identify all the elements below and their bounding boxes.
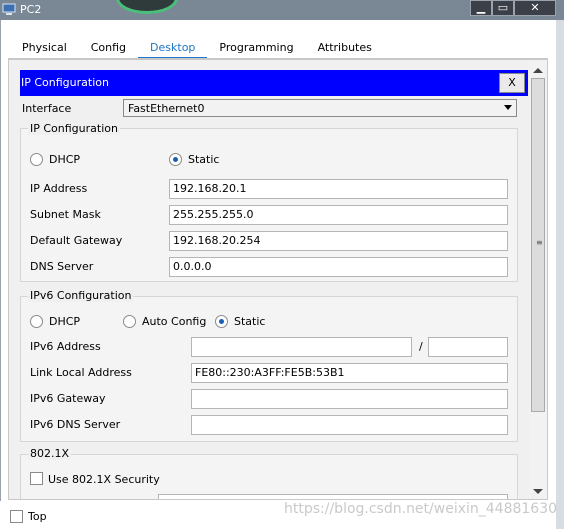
- dns-server-label: DNS Server: [30, 260, 94, 273]
- ipv6-address-label: IPv6 Address: [30, 340, 101, 353]
- chevron-down-icon: [504, 105, 512, 110]
- ip-config-header: IP Configuration X: [20, 70, 528, 96]
- default-gateway-input[interactable]: 192.168.20.254: [169, 231, 508, 251]
- default-gateway-label: Default Gateway: [30, 234, 123, 247]
- maximize-button[interactable]: ▭: [492, 0, 514, 16]
- title-bar: PC2 ▁ ▭ ✕: [0, 0, 564, 20]
- ip-address-label: IP Address: [30, 182, 88, 195]
- dot1x-method-select[interactable]: [158, 494, 508, 499]
- pc-app-icon: [2, 3, 16, 15]
- tab-bar: Physical Config Desktop Programming Attr…: [10, 36, 384, 59]
- close-window-button[interactable]: ✕: [514, 0, 556, 16]
- tab-desktop[interactable]: Desktop: [138, 36, 208, 59]
- ipv4-dhcp-label: DHCP: [49, 153, 81, 166]
- use-8021x-checkbox[interactable]: [30, 472, 43, 485]
- window-controls: ▁ ▭ ✕: [470, 0, 556, 16]
- ipv6-auto-config-label: Auto Config: [142, 315, 207, 328]
- ipv6-auto-config-radio[interactable]: [123, 315, 136, 328]
- top-label: Top: [28, 510, 47, 523]
- tab-physical[interactable]: Physical: [10, 36, 79, 59]
- ipv4-group-title: IP Configuration: [28, 122, 120, 135]
- tab-programming[interactable]: Programming: [207, 36, 305, 59]
- top-checkbox[interactable]: [10, 510, 23, 523]
- tab-attributes[interactable]: Attributes: [306, 36, 384, 59]
- ipv6-dns-server-label: IPv6 DNS Server: [30, 418, 121, 431]
- interface-select[interactable]: FastEthernet0: [123, 99, 517, 117]
- scrollbar-thumb[interactable]: ≡: [531, 78, 545, 412]
- ipv6-dhcp-label: DHCP: [49, 315, 81, 328]
- dot1x-group-title: 802.1X: [28, 447, 72, 460]
- ipv6-static-label: Static: [234, 315, 266, 328]
- vertical-scrollbar[interactable]: ≡: [529, 60, 547, 499]
- ip-config-close-button[interactable]: X: [499, 73, 525, 93]
- desktop-panel: IP Configuration X Interface FastEtherne…: [8, 59, 548, 500]
- ipv4-static-label: Static: [188, 153, 220, 166]
- ipv6-static-radio[interactable]: [215, 315, 228, 328]
- link-local-address-input[interactable]: FE80::230:A3FF:FE5B:53B1: [191, 363, 508, 383]
- use-8021x-label: Use 802.1X Security: [48, 473, 160, 486]
- window-edge: [556, 20, 564, 529]
- dns-server-input[interactable]: 0.0.0.0: [169, 257, 508, 277]
- ip-address-input[interactable]: 192.168.20.1: [169, 179, 508, 199]
- link-local-address-label: Link Local Address: [30, 366, 132, 379]
- tab-config[interactable]: Config: [79, 36, 138, 59]
- ipv6-dhcp-radio[interactable]: [30, 315, 43, 328]
- subnet-mask-label: Subnet Mask: [30, 208, 101, 221]
- ipv6-gateway-label: IPv6 Gateway: [30, 392, 106, 405]
- ipv6-gateway-input[interactable]: [191, 389, 508, 409]
- device-globe-icon: [116, 0, 178, 14]
- scroll-down-icon[interactable]: [533, 489, 543, 494]
- ipv6-dns-server-input[interactable]: [191, 415, 508, 435]
- minimize-button[interactable]: ▁: [470, 0, 492, 16]
- interface-label: Interface: [22, 102, 72, 115]
- interface-value: FastEthernet0: [128, 102, 205, 115]
- scroll-up-icon[interactable]: [533, 68, 543, 73]
- ipv6-address-input[interactable]: [191, 337, 412, 357]
- ipv6-prefix-input[interactable]: [428, 337, 508, 357]
- ip-config-title: IP Configuration: [21, 76, 109, 89]
- ipv6-group-title: IPv6 Configuration: [28, 289, 134, 302]
- ipv4-static-radio[interactable]: [169, 153, 182, 166]
- watermark-text: https://blog.csdn.net/weixin_44881630: [284, 501, 558, 517]
- ipv4-dhcp-radio[interactable]: [30, 153, 43, 166]
- grip-icon: ≡: [536, 238, 543, 247]
- window-title: PC2: [20, 3, 42, 16]
- prefix-separator: /: [419, 340, 423, 353]
- subnet-mask-input[interactable]: 255.255.255.0: [169, 205, 508, 225]
